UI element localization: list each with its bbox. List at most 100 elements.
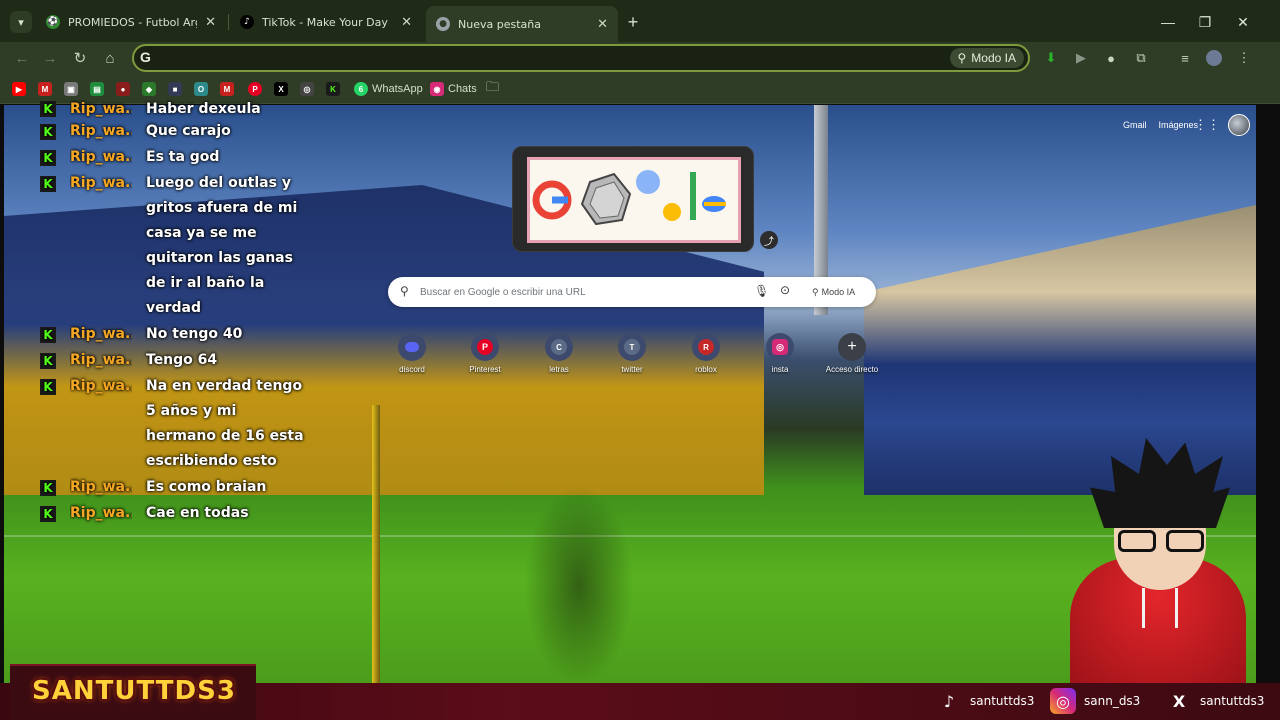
play-extension-icon[interactable]: ▶ [1070, 47, 1092, 69]
chat-username: Rip_wa... [70, 101, 132, 117]
extensions-puzzle-icon[interactable]: ⧉ [1130, 47, 1152, 69]
minimize-button[interactable]: — [1153, 8, 1183, 36]
bookmark-x[interactable]: X [274, 81, 292, 97]
kick-icon: K [40, 150, 56, 166]
sparkle-search-icon: ⚲ [957, 51, 967, 65]
google-search-box[interactable]: ⚲ 🎙 ⊙ ⚲ Modo IA [388, 277, 876, 307]
shortcut-add[interactable]: + Acceso directo [824, 333, 880, 374]
download-extension-icon[interactable]: ⬇ [1040, 47, 1062, 69]
share-doodle-button[interactable]: ⤴ [760, 231, 778, 249]
account-avatar[interactable] [1228, 114, 1250, 136]
bookmark-whatsapp[interactable]: 6 WhatsApp [354, 81, 423, 97]
bookmark-github[interactable]: ◆ [142, 81, 160, 97]
bookmark-photos[interactable]: ▣ [64, 81, 82, 97]
shortcut-roblox[interactable]: R roblox [678, 333, 734, 374]
kick-icon: K [326, 82, 340, 96]
corner-flag [372, 405, 380, 683]
shortcut-twitter[interactable]: T twitter [604, 333, 660, 374]
bookmark-opera[interactable]: O [194, 81, 212, 97]
back-button[interactable]: ← [10, 46, 34, 70]
bookmark-chatgpt[interactable]: ◎ [300, 81, 318, 97]
ntp-top-links: Gmail Imágenes [1123, 120, 1198, 130]
search-input[interactable] [420, 282, 750, 302]
ai-mode-button[interactable]: ⚲ Modo IA [949, 48, 1024, 68]
shadow-overlay [524, 485, 634, 683]
maximize-button[interactable]: ❐ [1190, 8, 1220, 36]
ai-mode-pill[interactable]: ⚲ Modo IA [806, 282, 861, 302]
shortcut-pinterest[interactable]: P Pinterest [457, 333, 513, 374]
menu-kebab-icon[interactable]: ⋮ [1233, 47, 1255, 69]
profile-avatar-icon[interactable] [1203, 47, 1225, 69]
letras-icon: C [545, 333, 573, 361]
tab-tiktok[interactable]: ♪ TikTok - Make Your Day ✕ [230, 8, 422, 36]
gmail-link[interactable]: Gmail [1123, 120, 1147, 130]
bookmark-site-dark[interactable]: ■ [168, 81, 186, 97]
github-icon: ◆ [142, 82, 156, 96]
instagram-icon: ◉ [430, 82, 444, 96]
shortcut-label: letras [549, 365, 569, 374]
kick-icon: K [40, 124, 56, 140]
shortcut-discord[interactable]: discord [384, 333, 440, 374]
social-instagram: ◎ sann_ds3 [1050, 688, 1140, 714]
kick-icon: K [40, 176, 56, 192]
close-tab-icon[interactable]: ✕ [205, 15, 216, 30]
pinterest-icon: P [248, 82, 262, 96]
kick-icon: K [40, 353, 56, 369]
shortcut-letras[interactable]: C letras [531, 333, 587, 374]
kick-icon: K [40, 506, 56, 522]
shortcut-label: roblox [695, 365, 717, 374]
plus-icon: + [838, 333, 866, 361]
social-handle: sann_ds3 [1084, 694, 1141, 708]
chat-username: Rip_wa... [70, 479, 132, 495]
close-window-button[interactable]: ✕ [1228, 8, 1258, 36]
folder-icon: 🗀 [486, 79, 500, 94]
promiedos-icon: ⚽ [46, 15, 60, 29]
tab-title: PROMIEDOS - Futbol Argentino [68, 15, 197, 29]
forward-button[interactable]: → [38, 46, 62, 70]
google-doodle[interactable] [512, 146, 754, 252]
images-link[interactable]: Imágenes [1158, 120, 1198, 130]
shortcut-insta[interactable]: ◎ insta [752, 333, 808, 374]
site-icon-red: ● [116, 82, 130, 96]
bookmark-kick[interactable]: K [326, 81, 344, 97]
bookmark-label: Chats [448, 83, 477, 95]
chat-username: Rip_wa... [70, 326, 132, 342]
close-tab-icon[interactable]: ✕ [401, 15, 412, 30]
chat-message: K Rip_wa... Que carajo [40, 119, 320, 144]
social-handle: santuttds3 [970, 694, 1035, 708]
new-tab-button[interactable]: + [622, 11, 644, 33]
avatar-hair [1090, 438, 1230, 528]
tab-search-button[interactable]: ▾ [10, 11, 32, 33]
x-icon: X [274, 82, 288, 96]
bookmark-chats[interactable]: ◉ Chats [430, 81, 477, 97]
address-bar[interactable]: G ⚲ Modo IA [132, 44, 1030, 72]
whatsapp-icon: 6 [354, 82, 368, 96]
close-tab-icon[interactable]: ✕ [597, 17, 608, 32]
x-icon: X [1172, 691, 1186, 711]
media-controls-icon[interactable]: ≡ [1174, 47, 1196, 69]
ai-mode-label: Modo IA [971, 51, 1016, 65]
vtuber-avatar [1060, 438, 1260, 688]
gmail-icon: M [220, 82, 234, 96]
bookmark-pinterest[interactable]: P [248, 81, 266, 97]
bookmark-gmail[interactable]: M [38, 81, 56, 97]
lens-camera-icon[interactable]: ⊙ [780, 283, 790, 297]
microphone-icon[interactable]: 🎙 [754, 284, 769, 298]
reload-button[interactable]: ↻ [68, 46, 92, 70]
shortcut-label: Acceso directo [825, 365, 879, 374]
chat-username: Rip_wa... [70, 352, 132, 368]
bookmark-gmail-2[interactable]: M [220, 81, 238, 97]
google-apps-icon[interactable]: ⋮⋮ [1194, 117, 1220, 132]
home-button[interactable]: ⌂ [98, 46, 122, 70]
bookmark-folder[interactable]: 🗀 [486, 79, 500, 97]
discord-icon [398, 333, 426, 361]
bookmark-youtube[interactable]: ▶ [12, 81, 30, 97]
bookmark-sheets[interactable]: ▤ [90, 81, 108, 97]
tab-promiedos[interactable]: ⚽ PROMIEDOS - Futbol Argentino ✕ [36, 8, 226, 36]
tab-nueva-pestana[interactable]: ● Nueva pestaña ✕ [426, 6, 618, 42]
shortcut-label: insta [771, 365, 789, 374]
chat-text: Haber dexeula [146, 101, 261, 117]
bookmark-site-red[interactable]: ● [116, 81, 134, 97]
cookie-extension-icon[interactable]: ● [1100, 47, 1122, 69]
kick-icon: K [40, 327, 56, 343]
